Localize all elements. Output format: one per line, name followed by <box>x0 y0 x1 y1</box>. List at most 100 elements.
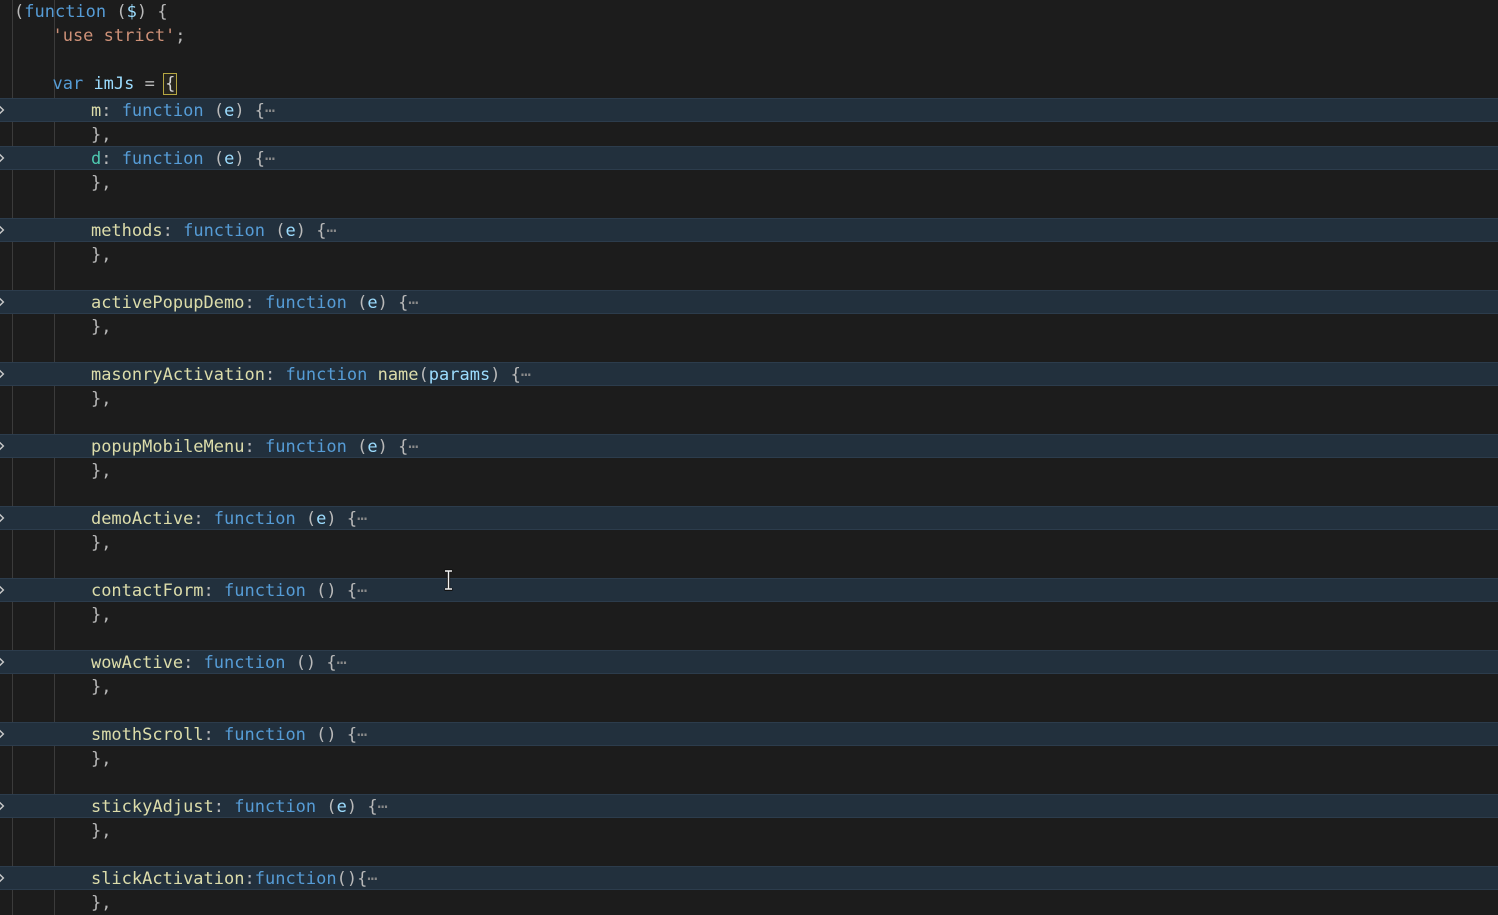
code-line[interactable] <box>0 699 1498 723</box>
code-token-kw: function <box>183 221 265 241</box>
code-line-folded[interactable]: stickyAdjust: function (e) {⋯ <box>0 794 1498 818</box>
code-line[interactable]: }, <box>0 675 1498 699</box>
code-token-kw: function <box>121 149 204 169</box>
code-token-prop: demoActive <box>90 509 194 529</box>
code-token-punc: ) { <box>346 797 378 817</box>
code-line-folded[interactable]: demoActive: function (e) {⋯ <box>0 506 1498 530</box>
code-line-folded[interactable]: activePopupDemo: function (e) {⋯ <box>0 290 1498 314</box>
code-token-param: e <box>316 509 327 529</box>
code-editor-viewport[interactable]: (function ($) {'use strict'; var imJs = {… <box>0 0 1498 915</box>
code-line[interactable]: }, <box>0 315 1498 339</box>
folded-region-ellipsis: ⋯ <box>408 437 421 457</box>
code-token-str: 'use strict' <box>52 26 176 46</box>
code-token-kw: function <box>203 653 286 673</box>
chevron-right-icon[interactable] <box>0 290 10 314</box>
chevron-right-icon[interactable] <box>0 146 10 170</box>
code-token-param: e <box>285 221 296 241</box>
code-line-text: wowActive: function () {⋯ <box>91 651 348 675</box>
code-token-punc: ) { <box>295 221 327 241</box>
chevron-right-icon[interactable] <box>0 794 10 818</box>
code-line[interactable] <box>0 771 1498 795</box>
code-token-punc: : <box>244 437 265 457</box>
code-line-folded[interactable]: m: function (e) {⋯ <box>0 98 1498 122</box>
code-token-punc: ) { <box>490 365 521 385</box>
code-token-punc: (){ <box>336 869 368 889</box>
code-token-kw: var <box>52 74 84 94</box>
code-line-folded[interactable]: contactForm: function () {⋯ <box>0 578 1498 602</box>
code-token-punc: = <box>134 74 166 94</box>
code-line-folded[interactable]: smothScroll: function () {⋯ <box>0 722 1498 746</box>
folded-region-ellipsis: ⋯ <box>408 293 421 313</box>
code-token-punc: : <box>244 869 255 889</box>
chevron-right-icon[interactable] <box>0 98 10 122</box>
chevron-right-icon[interactable] <box>0 866 10 890</box>
folded-region-ellipsis: ⋯ <box>520 365 533 385</box>
code-line[interactable] <box>0 483 1498 507</box>
code-token-punc: ( <box>346 293 368 313</box>
chevron-right-icon[interactable] <box>0 722 10 746</box>
code-line[interactable] <box>0 267 1498 291</box>
code-line[interactable] <box>0 48 1498 72</box>
code-token-kw: function <box>254 869 337 889</box>
code-token-punc: ) { <box>234 101 266 121</box>
folded-region-ellipsis: ⋯ <box>265 101 277 121</box>
code-line-text: }, <box>91 387 111 411</box>
chevron-right-icon[interactable] <box>0 506 10 530</box>
code-line[interactable] <box>0 195 1498 219</box>
code-line-text: popupMobileMenu: function (e) {⋯ <box>91 435 420 459</box>
code-token-punc: }, <box>90 173 112 193</box>
code-line[interactable] <box>0 339 1498 363</box>
code-line[interactable]: }, <box>0 459 1498 483</box>
code-token-punc: }, <box>90 245 112 265</box>
code-line[interactable]: 'use strict'; <box>0 24 1498 48</box>
code-token-punc: : <box>162 221 184 241</box>
code-token-param: params <box>428 365 491 385</box>
code-line[interactable]: }, <box>0 891 1498 915</box>
code-token-punc: }, <box>90 533 112 553</box>
code-line[interactable]: }, <box>0 603 1498 627</box>
code-line[interactable]: }, <box>0 531 1498 555</box>
code-token-punc: ( <box>346 437 368 457</box>
chevron-right-icon[interactable] <box>0 578 10 602</box>
code-token-punc: ) { <box>326 509 358 529</box>
code-line[interactable] <box>0 843 1498 867</box>
code-line[interactable]: }, <box>0 387 1498 411</box>
code-line[interactable]: }, <box>0 747 1498 771</box>
chevron-right-icon[interactable] <box>0 650 10 674</box>
code-line-folded[interactable]: slickActivation:function(){⋯ <box>0 866 1498 890</box>
code-token-punc: }, <box>90 461 112 481</box>
code-line[interactable] <box>0 411 1498 435</box>
code-line[interactable]: }, <box>0 171 1498 195</box>
code-line[interactable]: }, <box>0 123 1498 147</box>
code-line[interactable]: (function ($) { <box>0 0 1498 24</box>
code-token-kw: function <box>264 293 347 313</box>
code-line-text: }, <box>91 123 111 147</box>
code-line-folded[interactable]: masonryActivation: function name(params)… <box>0 362 1498 386</box>
code-token-punc: ( <box>203 101 225 121</box>
code-line-folded[interactable]: popupMobileMenu: function (e) {⋯ <box>0 434 1498 458</box>
code-token-punc: ( <box>418 365 429 385</box>
code-line[interactable]: }, <box>0 243 1498 267</box>
code-line-text: }, <box>91 315 111 339</box>
code-line[interactable]: var imJs = { <box>0 72 1498 96</box>
code-line-folded[interactable]: methods: function (e) {⋯ <box>0 218 1498 242</box>
chevron-right-icon[interactable] <box>0 434 10 458</box>
chevron-right-icon[interactable] <box>0 362 10 386</box>
code-token-kw: function <box>121 101 204 121</box>
chevron-right-icon[interactable] <box>0 218 10 242</box>
code-line-text: }, <box>91 747 111 771</box>
code-token-punc: : <box>244 293 265 313</box>
code-token-prop: name <box>377 365 419 385</box>
code-line[interactable] <box>0 627 1498 651</box>
code-token-prop: methods <box>90 221 163 241</box>
code-line-folded[interactable]: d: function (e) {⋯ <box>0 146 1498 170</box>
code-token-punc <box>83 74 93 94</box>
code-token-punc: : <box>101 101 122 121</box>
code-line-folded[interactable]: wowActive: function () {⋯ <box>0 650 1498 674</box>
code-token-kw: function <box>213 509 296 529</box>
code-token-punc: }, <box>90 317 112 337</box>
code-line[interactable] <box>0 555 1498 579</box>
code-line-text: (function ($) { <box>14 0 168 24</box>
code-line[interactable]: }, <box>0 819 1498 843</box>
code-token-punc: : <box>213 797 235 817</box>
